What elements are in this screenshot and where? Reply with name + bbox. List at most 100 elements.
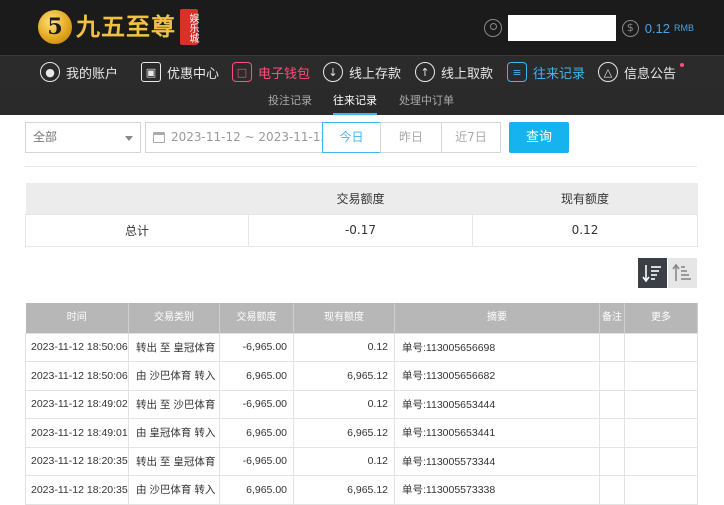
- summary-total-balance: 0.12: [472, 213, 698, 247]
- cell-memo: 单号:113005653444: [394, 389, 600, 419]
- cell-type: 由 皇冠体育 转入: [128, 418, 220, 448]
- nav-label: 线上取款: [441, 66, 494, 82]
- nav-announcements[interactable]: △ 信息公告: [598, 56, 685, 88]
- col-header-note[interactable]: 备注: [599, 303, 625, 333]
- records-icon: ≡: [507, 62, 527, 82]
- cell-amount: 6,965.00: [219, 418, 294, 448]
- search-button[interactable]: 查询: [509, 122, 569, 153]
- cell-amount: -6,965.00: [219, 446, 294, 476]
- currency-label: RMB: [674, 23, 694, 33]
- gift-icon: ▣: [141, 62, 161, 82]
- brand-seal: 娱乐城: [180, 9, 198, 45]
- date-range-value: 2023-11-12 ~ 2023-11-12: [171, 130, 329, 144]
- table-row[interactable]: 2023-11-12 18:20:35 转出 至 皇冠体育 -6,965.00 …: [25, 446, 698, 476]
- user-icon: ●: [40, 62, 60, 82]
- cell-amount: -6,965.00: [219, 389, 294, 419]
- col-header-time[interactable]: 时间: [25, 303, 129, 333]
- cell-time: 2023-11-12 18:49:02: [25, 389, 129, 419]
- type-select-value: 全部: [33, 130, 58, 144]
- cell-more[interactable]: [624, 446, 698, 476]
- brand-name: 九五至尊: [76, 12, 176, 41]
- cell-balance: 0.12: [293, 332, 395, 362]
- summary-header-balance: 现有额度: [472, 183, 698, 214]
- cell-amount: 6,965.00: [219, 361, 294, 391]
- top-header: 5 九五至尊 娱乐城 $ 0.12 RMB: [0, 0, 724, 55]
- sort-descending-button[interactable]: [638, 258, 667, 288]
- wallet-icon: □: [232, 62, 252, 82]
- nav-my-account[interactable]: ● 我的账户: [40, 56, 118, 88]
- main-nav: ● 我的账户 ▣ 优惠中心 □ 电子钱包 ↓ 线上存款 ↑ 线上取款 ≡ 往来记…: [0, 55, 724, 87]
- user-icon[interactable]: [483, 19, 502, 37]
- cell-more[interactable]: [624, 475, 698, 505]
- cell-memo: 单号:113005573338: [394, 475, 600, 505]
- col-header-type[interactable]: 交易类别: [128, 303, 220, 333]
- last-7-days-button[interactable]: 近7日: [441, 122, 501, 153]
- date-range-input[interactable]: 2023-11-12 ~ 2023-11-12: [145, 122, 340, 153]
- tab-bet-records[interactable]: 投注记录: [268, 87, 312, 115]
- table-row[interactable]: 2023-11-12 18:20:35 由 沙巴体育 转入 6,965.00 6…: [25, 475, 698, 505]
- money-icon: $: [621, 19, 639, 37]
- summary-row: 总计 -0.17 0.12: [25, 213, 698, 247]
- yesterday-button[interactable]: 昨日: [380, 122, 442, 153]
- username-redacted: [507, 15, 616, 41]
- cell-note: [599, 418, 625, 448]
- nav-online-deposit[interactable]: ↓ 线上存款: [323, 56, 401, 88]
- cell-type: 转出 至 沙巴体育: [128, 389, 220, 419]
- col-header-more[interactable]: 更多: [624, 303, 698, 333]
- cell-note: [599, 361, 625, 391]
- cell-balance: 6,965.12: [293, 475, 395, 505]
- brand-logo[interactable]: 5 九五至尊 娱乐城: [38, 9, 198, 45]
- nav-online-withdraw[interactable]: ↑ 线上取款: [415, 56, 493, 88]
- nav-transactions[interactable]: ≡ 往来记录: [507, 56, 585, 88]
- cell-note: [599, 332, 625, 362]
- cell-balance: 0.12: [293, 389, 395, 419]
- withdraw-icon: ↑: [415, 62, 435, 82]
- today-button[interactable]: 今日: [322, 122, 381, 153]
- summary-table: 交易额度 现有额度 总计 -0.17 0.12: [25, 183, 698, 247]
- col-header-amount[interactable]: 交易额度: [219, 303, 294, 333]
- col-header-memo[interactable]: 摘要: [394, 303, 600, 333]
- sub-tabs: 投注记录 往来记录 处理中订单: [0, 87, 724, 115]
- type-select[interactable]: 全部: [25, 122, 141, 153]
- cell-more[interactable]: [624, 361, 698, 391]
- nav-label: 往来记录: [533, 66, 586, 82]
- sort-ascending-button[interactable]: [668, 258, 697, 288]
- col-header-balance[interactable]: 现有额度: [293, 303, 395, 333]
- cell-more[interactable]: [624, 332, 698, 362]
- table-row[interactable]: 2023-11-12 18:49:01 由 皇冠体育 转入 6,965.00 6…: [25, 418, 698, 448]
- cell-more[interactable]: [624, 418, 698, 448]
- table-row[interactable]: 2023-11-12 18:49:02 转出 至 沙巴体育 -6,965.00 …: [25, 389, 698, 419]
- account-area: $ 0.12 RMB: [483, 14, 694, 42]
- deposit-icon: ↓: [323, 62, 343, 82]
- cell-memo: 单号:113005656682: [394, 361, 600, 391]
- cell-type: 转出 至 皇冠体育: [128, 332, 220, 362]
- records-table: 时间 交易类别 交易额度 现有额度 摘要 备注 更多 2023-11-12 18…: [25, 303, 698, 505]
- cell-time: 2023-11-12 18:20:35: [25, 475, 129, 505]
- nav-e-wallet[interactable]: □ 电子钱包: [232, 56, 310, 88]
- summary-header-amount: 交易额度: [248, 183, 473, 214]
- cell-balance: 6,965.12: [293, 418, 395, 448]
- cell-balance: 6,965.12: [293, 361, 395, 391]
- divider: [25, 166, 697, 167]
- chevron-down-icon: [125, 136, 133, 141]
- bell-icon: △: [598, 62, 618, 82]
- nav-label: 我的账户: [66, 66, 119, 82]
- balance-value: 0.12: [644, 20, 670, 36]
- cell-note: [599, 446, 625, 476]
- table-row[interactable]: 2023-11-12 18:50:06 转出 至 皇冠体育 -6,965.00 …: [25, 332, 698, 362]
- tab-pending-orders[interactable]: 处理中订单: [399, 87, 454, 115]
- cell-memo: 单号:113005653441: [394, 418, 600, 448]
- nav-promotions[interactable]: ▣ 优惠中心: [141, 56, 219, 88]
- nav-label: 线上存款: [349, 66, 402, 82]
- cell-note: [599, 475, 625, 505]
- cell-more[interactable]: [624, 389, 698, 419]
- cell-type: 由 沙巴体育 转入: [128, 475, 220, 505]
- notification-dot: [680, 63, 685, 67]
- tab-transaction-records[interactable]: 往来记录: [333, 87, 377, 115]
- summary-header-blank: [25, 183, 249, 214]
- table-row[interactable]: 2023-11-12 18:50:06 由 沙巴体育 转入 6,965.00 6…: [25, 361, 698, 391]
- cell-type: 由 沙巴体育 转入: [128, 361, 220, 391]
- cell-amount: -6,965.00: [219, 332, 294, 362]
- nav-label: 优惠中心: [167, 66, 220, 82]
- cell-time: 2023-11-12 18:20:35: [25, 446, 129, 476]
